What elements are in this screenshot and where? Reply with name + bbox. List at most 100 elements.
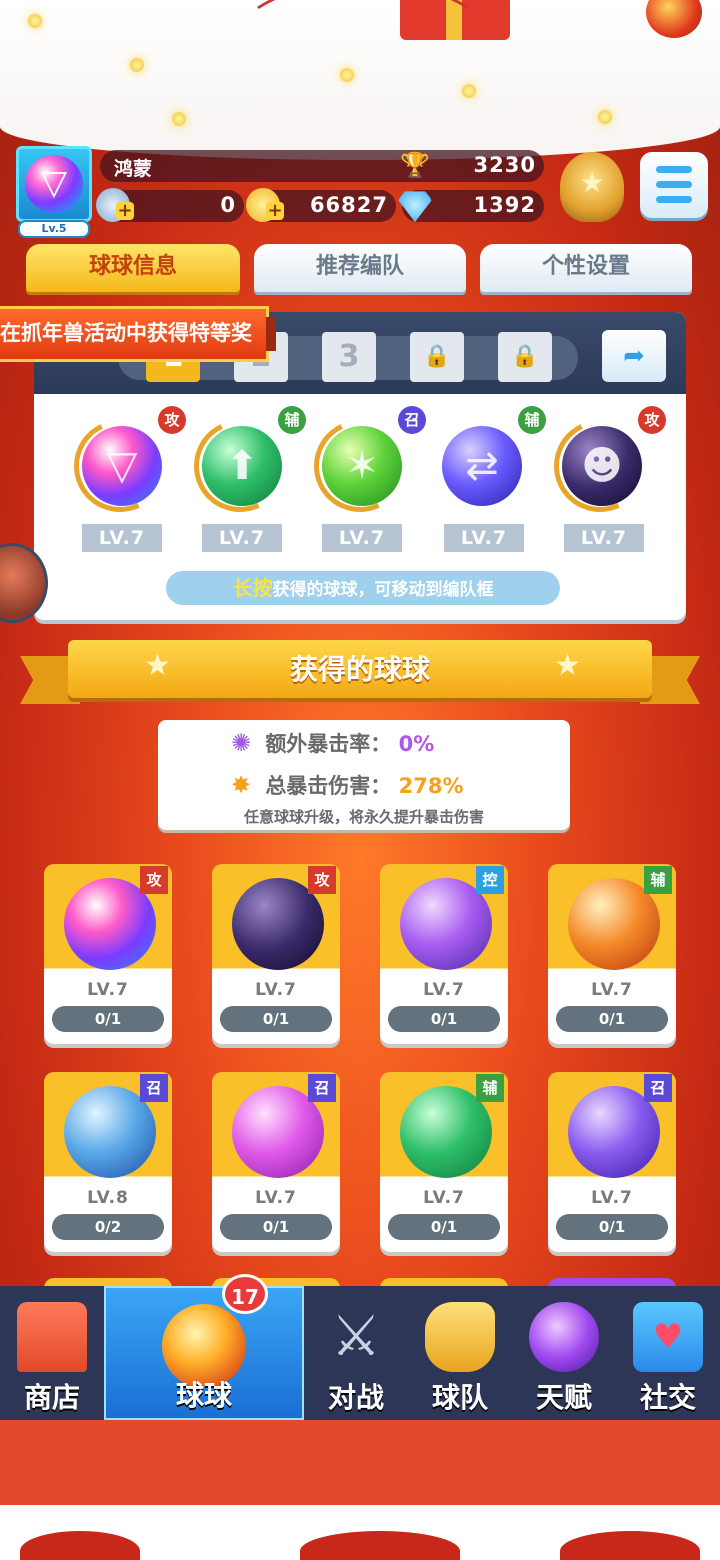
- nav-label: 球队: [431, 1381, 488, 1414]
- ball-card[interactable]: 控 LV.7 0/1: [380, 864, 508, 1044]
- nav-social[interactable]: ♥ 社交: [616, 1286, 720, 1420]
- player-nameplate: 鸿蒙 🏆 3230: [100, 150, 544, 182]
- diamond-currency[interactable]: 1392: [398, 190, 544, 222]
- role-support-badge: 辅: [476, 1074, 504, 1102]
- crit-burst-icon: ✺: [230, 729, 252, 757]
- trophy-icon: 🏆: [400, 151, 430, 179]
- extra-crit-row: ✺ 额外暴击率： 0%: [158, 728, 570, 758]
- lock-icon: 🔒: [423, 344, 451, 369]
- nav-team[interactable]: 球队: [408, 1286, 512, 1420]
- nav-label: 球球: [175, 1379, 232, 1412]
- ball-card[interactable]: 攻 LV.7 0/1: [212, 864, 340, 1044]
- nav-label: 天赋: [535, 1381, 592, 1414]
- drag-hint: 长按获得的球球，可移动到编队框: [166, 571, 560, 605]
- team-slot-4-locked[interactable]: 🔒: [410, 332, 464, 382]
- menu-button[interactable]: [640, 152, 708, 218]
- nav-battle[interactable]: ⚔ 对战: [304, 1286, 408, 1420]
- gold-amount: 66827: [309, 193, 388, 217]
- light-bulb-decoration: [28, 14, 42, 28]
- gold-currency[interactable]: + 66827: [246, 188, 396, 222]
- role-summon-badge: 召: [308, 1074, 336, 1102]
- swap-ball-icon: ⇄: [442, 426, 522, 506]
- section-ribbon: ★ ★ 获得的球球: [20, 638, 700, 708]
- role-attack-badge: 攻: [140, 866, 168, 894]
- team-ball-level: LV.7: [202, 524, 282, 552]
- team-ball-2[interactable]: ⬆ 辅: [181, 406, 306, 525]
- menu-icon-line: [656, 196, 692, 203]
- ball-fragment-count: 0/2: [52, 1214, 164, 1240]
- team-ball-5[interactable]: ☻ 攻: [541, 406, 666, 525]
- role-support-badge: 辅: [518, 406, 546, 434]
- light-bulb-decoration: [340, 68, 354, 82]
- team-ball-level: LV.7: [82, 524, 162, 552]
- role-attack-badge: 攻: [638, 406, 666, 434]
- role-support-badge: 辅: [278, 406, 306, 434]
- light-bulb-decoration: [462, 84, 476, 98]
- player-avatar[interactable]: [16, 146, 92, 222]
- tab-recommended-team[interactable]: 推荐编队: [254, 244, 466, 292]
- ball-card[interactable]: 召 LV.8 0/2: [44, 1072, 172, 1252]
- notice-banner: 在抓年兽活动中获得特等奖: [0, 306, 276, 362]
- notification-badge: 17: [222, 1274, 268, 1314]
- ball-level: LV.7: [255, 1188, 297, 1208]
- team-ball-1[interactable]: ▽ 攻: [61, 406, 186, 525]
- light-bulb-decoration: [130, 58, 144, 72]
- ball-fragment-count: 0/1: [52, 1006, 164, 1032]
- trophy-count: 3230: [473, 153, 536, 177]
- role-control-badge: 控: [476, 866, 504, 894]
- diamond-icon: [398, 191, 432, 222]
- crit-note: 任意球球升级，将永久提升暴击伤害: [243, 808, 484, 826]
- ball-level: LV.7: [423, 1188, 465, 1208]
- nav-label: 对战: [327, 1381, 384, 1414]
- game-screen: Lv.5 鸿蒙 🏆 3230 + 0 + 66827 1392 球球信息 推荐编…: [0, 0, 720, 1560]
- team-ball-level: LV.7: [322, 524, 402, 552]
- role-attack-badge: 攻: [158, 406, 186, 434]
- section-title: 获得的球球: [289, 653, 430, 686]
- nav-label: 商店: [23, 1381, 80, 1414]
- rank-badge-icon[interactable]: [560, 152, 624, 222]
- player-name: 鸿蒙: [114, 158, 153, 180]
- nav-talent[interactable]: 天赋: [512, 1286, 616, 1420]
- extra-crit-label: 额外暴击率：: [265, 732, 392, 756]
- ball-card[interactable]: 辅 LV.7 0/1: [380, 1072, 508, 1252]
- crit-stats-panel: ✺ 额外暴击率： 0% ✸ 总暴击伤害： 278% 任意球球升级，将永久提升暴击…: [158, 720, 570, 830]
- nav-shop[interactable]: 商店: [0, 1286, 104, 1420]
- ball-card[interactable]: 召 LV.7 0/1: [548, 1072, 676, 1252]
- ball-card[interactable]: 召 LV.7 0/1: [212, 1072, 340, 1252]
- ball-level: LV.7: [591, 1188, 633, 1208]
- team-ball-4[interactable]: ⇄ 辅: [434, 406, 546, 514]
- star-amount: 0: [220, 193, 236, 217]
- role-attack-badge: 攻: [308, 866, 336, 894]
- crossed-swords-icon: ⚔: [330, 1304, 382, 1369]
- hint-highlight: 长按: [232, 576, 273, 600]
- ball-card[interactable]: 辅 LV.7 0/1: [548, 864, 676, 1044]
- hint-text: 获得的球球，可移动到编队框: [272, 580, 494, 600]
- plus-icon: +: [266, 200, 284, 221]
- ball-level: LV.7: [87, 980, 129, 1000]
- lock-icon: 🔒: [511, 344, 539, 369]
- team-slot-3[interactable]: 3: [322, 332, 376, 382]
- nav-balls[interactable]: 球球: [104, 1286, 304, 1420]
- gold-coin-icon: +: [246, 188, 284, 222]
- crit-damage-icon: ✸: [230, 771, 252, 799]
- player-level-tag: Lv.5: [18, 220, 90, 238]
- tab-ball-info[interactable]: 球球信息: [26, 244, 240, 292]
- menu-icon-line: [656, 181, 692, 188]
- total-crit-row: ✸ 总暴击伤害： 278%: [158, 770, 570, 800]
- ball-fragment-count: 0/1: [556, 1214, 668, 1240]
- ball-level: LV.7: [255, 980, 297, 1000]
- whistle-icon: [425, 1302, 495, 1372]
- role-summon-badge: 召: [644, 1074, 672, 1102]
- tab-personal-settings[interactable]: 个性设置: [480, 244, 692, 292]
- nav-label: 社交: [639, 1381, 696, 1414]
- snow-shape: [560, 1531, 700, 1560]
- team-ball-3[interactable]: ✶ 召: [301, 406, 426, 525]
- light-bulb-decoration: [598, 110, 612, 124]
- ball-card[interactable]: 攻 LV.7 0/1: [44, 864, 172, 1044]
- shop-icon: [17, 1302, 87, 1372]
- ball-level: LV.7: [591, 980, 633, 1000]
- team-slot-5-locked[interactable]: 🔒: [498, 332, 552, 382]
- star-currency[interactable]: + 0: [96, 188, 244, 222]
- chat-heart-icon: ♥: [633, 1302, 703, 1372]
- share-button[interactable]: ➦: [602, 330, 666, 382]
